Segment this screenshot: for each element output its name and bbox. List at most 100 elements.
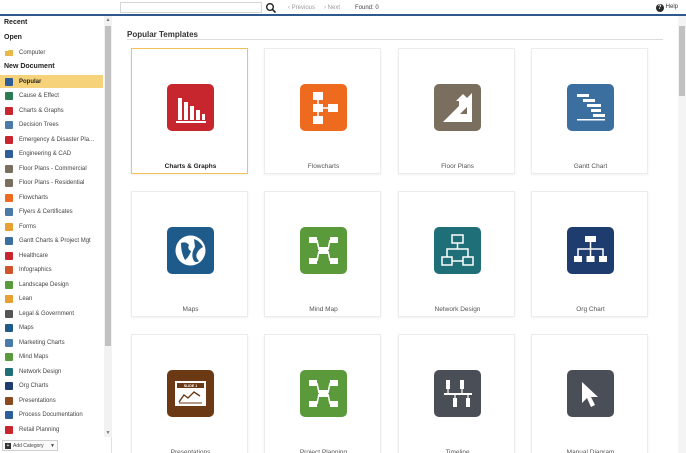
category-icon (5, 280, 13, 289)
category-icon (5, 309, 13, 318)
sidebar-item-label: Floor Plans - Commercial (19, 165, 87, 172)
sidebar-item-label: Flyers & Certificates (19, 209, 73, 215)
category-icon (5, 353, 13, 361)
sidebar-item-floor-plans-commercial[interactable]: Floor Plans - Commercial (0, 162, 103, 175)
category-icon (5, 179, 13, 187)
sidebar-scrollbar-thumb[interactable] (105, 26, 111, 346)
sidebar-item-label: Marketing Charts (19, 339, 65, 346)
template-card-org-chart[interactable]: Org Chart (531, 191, 648, 317)
category-icon (5, 193, 13, 202)
network-icon (434, 227, 481, 274)
category-icon (5, 106, 13, 115)
template-card-flowcharts[interactable]: Flowcharts (264, 48, 381, 174)
template-card-charts-graphs[interactable]: Charts & Graphs (131, 48, 248, 174)
open-heading[interactable]: Open (4, 34, 22, 41)
sidebar-item-label: Infographics (19, 267, 52, 273)
next-button[interactable]: › Next (324, 3, 340, 13)
template-card-mind-map[interactable]: Mind Map (264, 191, 381, 317)
sidebar-item-label: Landscape Design (19, 281, 69, 288)
previous-label: Previous (291, 5, 316, 11)
folder-icon (5, 49, 13, 56)
template-card-label: Maps (182, 306, 199, 313)
sidebar-item-flyers-certificates[interactable]: Flyers & Certificates (0, 206, 103, 219)
template-card-project-planning[interactable]: Project Planning (264, 334, 381, 453)
template-card-maps[interactable]: Maps (131, 191, 248, 317)
category-icon (5, 396, 13, 405)
sidebar-item-floor-plans-residential[interactable]: Floor Plans - Residential (0, 177, 103, 190)
sidebar-item-label: Retail Planning (19, 426, 60, 433)
template-card-gantt-chart[interactable]: Gantt Chart (531, 48, 648, 174)
main-scrollbar-thumb[interactable] (679, 26, 685, 96)
sidebar-item-label: Flowcharts (19, 194, 49, 201)
template-card-label: Org Chart (576, 306, 605, 313)
add-category-button[interactable]: + Add Category ▼ (2, 440, 58, 451)
template-card-network-design[interactable]: Network Design (398, 191, 515, 317)
template-card-label: Timeline (445, 449, 470, 453)
presentation-icon: SLIDE 1 (167, 370, 214, 417)
next-label: Next (327, 5, 341, 11)
section-divider (127, 39, 663, 40)
category-icon (5, 382, 13, 390)
sidebar-item-label: Charts & Graphs (19, 107, 64, 114)
floor-plan-icon (434, 84, 481, 131)
sidebar-item-popular[interactable]: Popular (0, 75, 103, 88)
sidebar-item-marketing-charts[interactable]: Marketing Charts (0, 336, 103, 349)
sidebar-item-forms[interactable]: Forms (0, 220, 103, 233)
recent-heading[interactable]: Recent (4, 19, 27, 26)
template-card-label: Floor Plans (441, 163, 474, 170)
sidebar-item-landscape-design[interactable]: Landscape Design (0, 278, 103, 291)
sidebar-item-label: Decision Trees (19, 122, 59, 128)
category-icon (5, 77, 13, 86)
add-category-label: Add Category (13, 442, 44, 449)
sidebar-item-charts-graphs[interactable]: Charts & Graphs (0, 104, 103, 117)
template-gallery: Popular Templates Charts & Graphs Flowcha… (112, 16, 678, 453)
sidebar-item-maps[interactable]: Maps (0, 322, 103, 335)
category-icon (5, 367, 13, 376)
sidebar-item-computer[interactable]: Computer (0, 46, 103, 59)
help-button[interactable]: ? Help (655, 2, 678, 13)
category-icon (5, 295, 13, 303)
scroll-up-icon[interactable]: ▲ (104, 16, 112, 24)
sidebar-item-label: Mind Maps (19, 354, 49, 360)
sidebar-item-process-documentation[interactable]: Process Documentation (0, 409, 103, 422)
sidebar-item-decision-trees[interactable]: Decision Trees (0, 119, 103, 132)
template-card-label: Flowcharts (307, 163, 340, 170)
template-card-label: Mind Map (309, 306, 338, 313)
template-card-timeline[interactable]: Timeline (398, 334, 515, 453)
sidebar-item-label: Legal & Government (19, 310, 75, 317)
sidebar-item-lean[interactable]: Lean (0, 293, 103, 306)
template-card-manual-diagram[interactable]: Manual Diagram (531, 334, 648, 453)
search-input[interactable] (120, 2, 262, 13)
sidebar-item-emergency-disaster-pla[interactable]: Emergency & Disaster Pla... (0, 133, 103, 146)
project-planning-icon (300, 370, 347, 417)
template-card-presentations[interactable]: SLIDE 1 Presentations (131, 334, 248, 453)
sidebar-item-legal-government[interactable]: Legal & Government (0, 307, 103, 320)
sidebar-item-flowcharts[interactable]: Flowcharts (0, 191, 103, 204)
sidebar-item-network-design[interactable]: Network Design (0, 365, 103, 378)
sidebar-item-retail-planning[interactable]: Retail Planning (0, 423, 103, 436)
search-icon[interactable] (265, 2, 277, 14)
sidebar-item-label: Org Charts (19, 383, 49, 389)
sidebar-item-label: Maps (19, 325, 34, 331)
sidebar-item-label: Forms (19, 223, 36, 230)
category-sidebar: Recent Open Computer New Document Popula… (0, 16, 112, 453)
previous-button[interactable]: ‹ Previous (288, 3, 315, 13)
flowchart-icon (300, 84, 347, 131)
sidebar-item-healthcare[interactable]: Healthcare (0, 249, 103, 262)
sidebar-item-mind-maps[interactable]: Mind Maps (0, 351, 103, 364)
sidebar-item-engineering-cad[interactable]: Engineering & CAD (0, 148, 103, 161)
template-card-label: Gantt Chart (573, 163, 608, 170)
sidebar-item-org-charts[interactable]: Org Charts (0, 380, 103, 393)
globe-icon (167, 227, 214, 274)
sidebar-item-label: Cause & Effect (19, 93, 59, 99)
sidebar-item-label: Popular (19, 78, 42, 85)
sidebar-list: Recent Open Computer New Document Popula… (0, 16, 104, 437)
sidebar-item-presentations[interactable]: Presentations (0, 394, 103, 407)
sidebar-item-gantt-charts-project-mgt[interactable]: Gantt Charts & Project Mgt (0, 235, 103, 248)
sidebar-item-label: Gantt Charts & Project Mgt (19, 238, 91, 244)
sidebar-item-infographics[interactable]: Infographics (0, 264, 103, 277)
sidebar-item-label: Floor Plans - Residential (19, 180, 85, 186)
template-card-floor-plans[interactable]: Floor Plans (398, 48, 515, 174)
scroll-down-icon[interactable]: ▼ (104, 429, 112, 437)
sidebar-item-cause-effect[interactable]: Cause & Effect (0, 90, 103, 103)
